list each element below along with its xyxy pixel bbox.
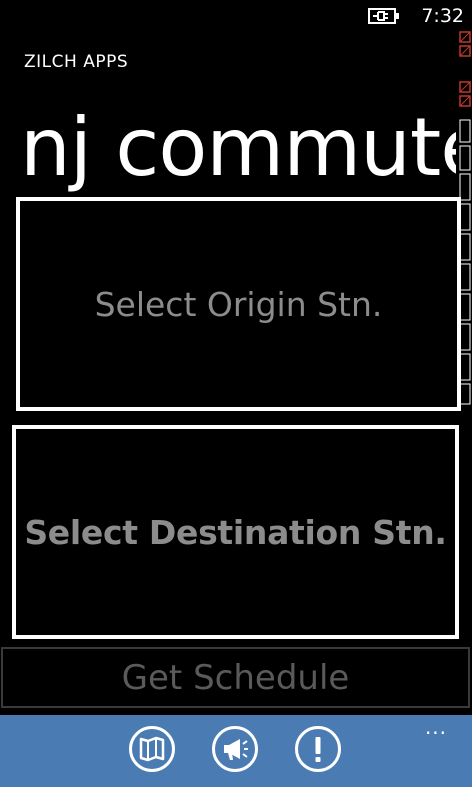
battery-charging-icon	[368, 6, 400, 26]
more-options-button[interactable]: ...	[420, 717, 452, 741]
status-clock: 7:32	[421, 5, 464, 27]
megaphone-icon	[211, 725, 259, 773]
map-icon	[128, 725, 176, 773]
get-schedule-button[interactable]: Get Schedule	[1, 647, 470, 708]
get-schedule-label: Get Schedule	[121, 657, 350, 698]
select-origin-button[interactable]: Select Origin Stn.	[16, 197, 461, 411]
map-button[interactable]	[128, 725, 176, 773]
alert-icon	[294, 725, 342, 773]
announcements-button[interactable]	[211, 725, 259, 773]
app-bar: ...	[0, 715, 472, 787]
page-title: nj commuter	[20, 102, 456, 194]
status-bar: 7:32	[0, 0, 472, 32]
app-name: ZILCH APPS	[24, 52, 129, 72]
select-destination-label: Select Destination Stn.	[24, 512, 447, 552]
alerts-button[interactable]	[294, 725, 342, 773]
select-destination-button[interactable]: Select Destination Stn.	[12, 425, 459, 639]
select-origin-label: Select Origin Stn.	[94, 284, 383, 324]
